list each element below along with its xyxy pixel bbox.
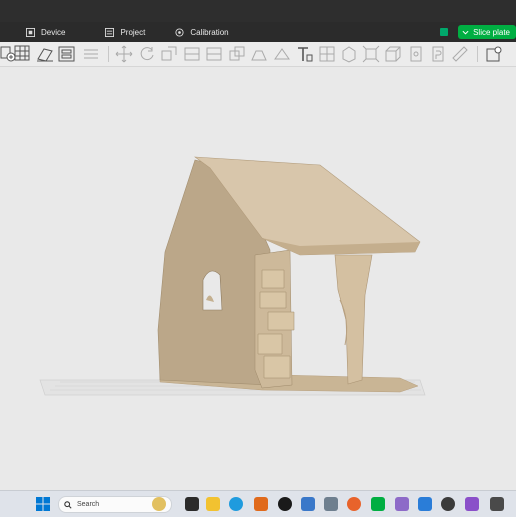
app-icon-blue[interactable] (301, 497, 315, 511)
app-icon-paint[interactable] (418, 497, 432, 511)
plate-layout-icon[interactable] (58, 45, 76, 63)
paint-icon[interactable] (429, 45, 447, 63)
variable-layer-icon[interactable] (384, 45, 402, 63)
slice-plate-label: Slice plate (473, 27, 510, 37)
calibration-icon (175, 27, 184, 37)
split-icon[interactable] (82, 45, 100, 63)
main-toolbar (0, 42, 516, 67)
window-title-bar (0, 0, 516, 22)
scale-icon[interactable] (160, 45, 178, 63)
task-view-icon[interactable] (185, 497, 199, 511)
cut-icon[interactable] (183, 45, 201, 63)
bambu-studio-icon[interactable] (371, 497, 385, 511)
file-explorer-icon[interactable] (206, 497, 220, 511)
tab-device-label: Device (41, 27, 66, 37)
support-paint-icon[interactable] (228, 45, 246, 63)
model-stone-pillar (254, 249, 295, 389)
auto-orient-icon[interactable] (36, 45, 54, 63)
media-player-icon[interactable] (441, 497, 455, 511)
app-icon-purple[interactable] (395, 497, 409, 511)
toolbar-divider (108, 46, 109, 62)
move-icon[interactable] (115, 45, 133, 63)
model-window (202, 270, 223, 311)
seam-paint-icon[interactable] (250, 45, 268, 63)
brim-ears-icon[interactable] (273, 45, 291, 63)
tab-calibration[interactable]: Calibration (175, 22, 229, 42)
text-icon[interactable] (296, 45, 314, 63)
app-icon-orange[interactable] (254, 497, 268, 511)
device-icon (26, 27, 35, 37)
3d-viewport[interactable] (0, 67, 516, 490)
tab-calibration-label: Calibration (190, 27, 229, 37)
mesh-repair-icon[interactable] (318, 45, 336, 63)
measure-icon[interactable] (407, 45, 425, 63)
tab-project[interactable]: Project (105, 22, 145, 42)
slice-plate-button[interactable]: Slice plate (458, 25, 516, 39)
model-scene[interactable] (0, 67, 516, 490)
rotate-icon[interactable] (138, 45, 156, 63)
app-icon-dark[interactable] (278, 497, 292, 511)
assembly-icon[interactable] (362, 45, 380, 63)
firefox-icon[interactable] (347, 497, 361, 511)
boolean-icon[interactable] (205, 45, 223, 63)
project-icon (105, 27, 115, 37)
toolbar-divider (477, 46, 478, 62)
search-placeholder: Search (77, 501, 100, 508)
arrange-grid-icon[interactable] (14, 45, 32, 63)
widgets-icon[interactable] (152, 497, 166, 511)
calculator-icon[interactable] (324, 497, 338, 511)
search-icon (64, 500, 72, 509)
settings-icon[interactable] (485, 45, 503, 63)
object-view-icon[interactable] (340, 45, 358, 63)
tab-project-label: Project (120, 27, 146, 37)
main-tab-bar: Device Project Calibration Slice plate (0, 22, 516, 42)
chevron-down-icon (462, 30, 469, 35)
windows-start-icon[interactable] (36, 497, 50, 511)
ruler-icon[interactable] (451, 45, 469, 63)
edge-browser-icon[interactable] (229, 497, 243, 511)
windows-taskbar: Search (0, 490, 516, 517)
app-icon-violet[interactable] (465, 497, 479, 511)
model-tree-post (334, 254, 373, 385)
printer-status-icon[interactable] (440, 28, 449, 36)
tab-device[interactable]: Device (26, 22, 65, 42)
app-icon-gray[interactable] (490, 497, 504, 511)
